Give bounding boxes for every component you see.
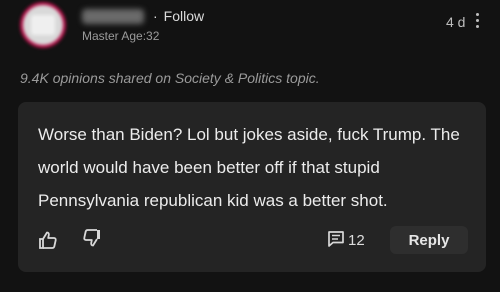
follow-label: Follow bbox=[163, 8, 205, 24]
follow-button[interactable]: · Follow bbox=[153, 8, 204, 24]
avatar[interactable] bbox=[20, 2, 66, 48]
comment-icon[interactable] bbox=[327, 230, 345, 248]
user-meta: Master Age:32 bbox=[82, 29, 160, 43]
comment-actions: 12 Reply bbox=[18, 226, 486, 256]
username-redacted[interactable] bbox=[82, 9, 144, 24]
kebab-menu-icon[interactable] bbox=[476, 13, 480, 29]
timestamp: 4 d bbox=[446, 14, 466, 30]
topic-stats: 9.4K opinions shared on Society & Politi… bbox=[20, 70, 320, 86]
comment-header: · Follow Master Age:32 4 d bbox=[0, 0, 500, 60]
reply-count: 12 bbox=[348, 232, 365, 249]
thumbs-up-icon[interactable] bbox=[38, 230, 58, 250]
comment-card: Worse than Biden? Lol but jokes aside, f… bbox=[18, 102, 486, 272]
reply-button[interactable]: Reply bbox=[390, 226, 468, 254]
thumbs-down-icon[interactable] bbox=[82, 228, 102, 248]
comment-text: Worse than Biden? Lol but jokes aside, f… bbox=[38, 125, 460, 210]
